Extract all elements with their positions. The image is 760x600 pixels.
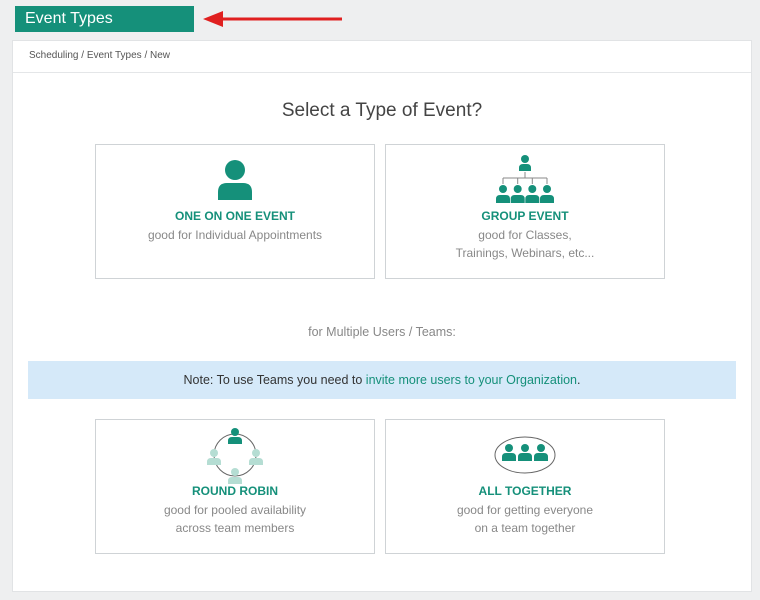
team-group-icon — [494, 436, 556, 474]
org-chart-icon — [496, 155, 554, 203]
all-together-description-line1: good for getting everyone — [456, 503, 594, 517]
one-on-one-title: ONE ON ONE EVENT — [174, 209, 296, 223]
page-header-title: Event Types — [15, 6, 194, 32]
all-together-card[interactable]: ALL TOGETHER good for getting everyone o… — [385, 419, 665, 554]
note-suffix: . — [577, 373, 581, 387]
invite-users-link[interactable]: invite more users to your Organization — [366, 373, 577, 387]
main-panel: Scheduling / Event Types / New Select a … — [12, 40, 752, 592]
round-robin-icon — [207, 428, 263, 484]
round-robin-description-line1: good for pooled availability — [163, 503, 307, 517]
page-title: Select a Type of Event? — [281, 100, 483, 121]
one-on-one-description: good for Individual Appointments — [147, 228, 323, 242]
group-event-description-line1: good for Classes, — [478, 228, 572, 242]
breadcrumb: Scheduling / Event Types / New — [13, 41, 751, 73]
teams-note-banner: Note: To use Teams you need to invite mo… — [28, 361, 736, 399]
group-event-title: GROUP EVENT — [481, 209, 569, 223]
person-icon — [218, 160, 252, 200]
note-prefix: Note: To use Teams you need to — [183, 373, 366, 387]
round-robin-card[interactable]: ROUND ROBIN good for pooled availability… — [95, 419, 375, 554]
red-arrow-annotation-icon — [203, 11, 342, 27]
group-event-description-line2: Trainings, Webinars, etc... — [455, 246, 595, 260]
one-on-one-event-card[interactable]: ONE ON ONE EVENT good for Individual App… — [95, 144, 375, 279]
all-together-description-line2: on a team together — [474, 521, 576, 535]
round-robin-title: ROUND ROBIN — [192, 484, 278, 498]
all-together-title: ALL TOGETHER — [478, 484, 572, 498]
group-event-card[interactable]: GROUP EVENT good for Classes, Trainings,… — [385, 144, 665, 279]
round-robin-description-line2: across team members — [175, 521, 295, 535]
teams-subtitle: for Multiple Users / Teams: — [308, 325, 456, 339]
